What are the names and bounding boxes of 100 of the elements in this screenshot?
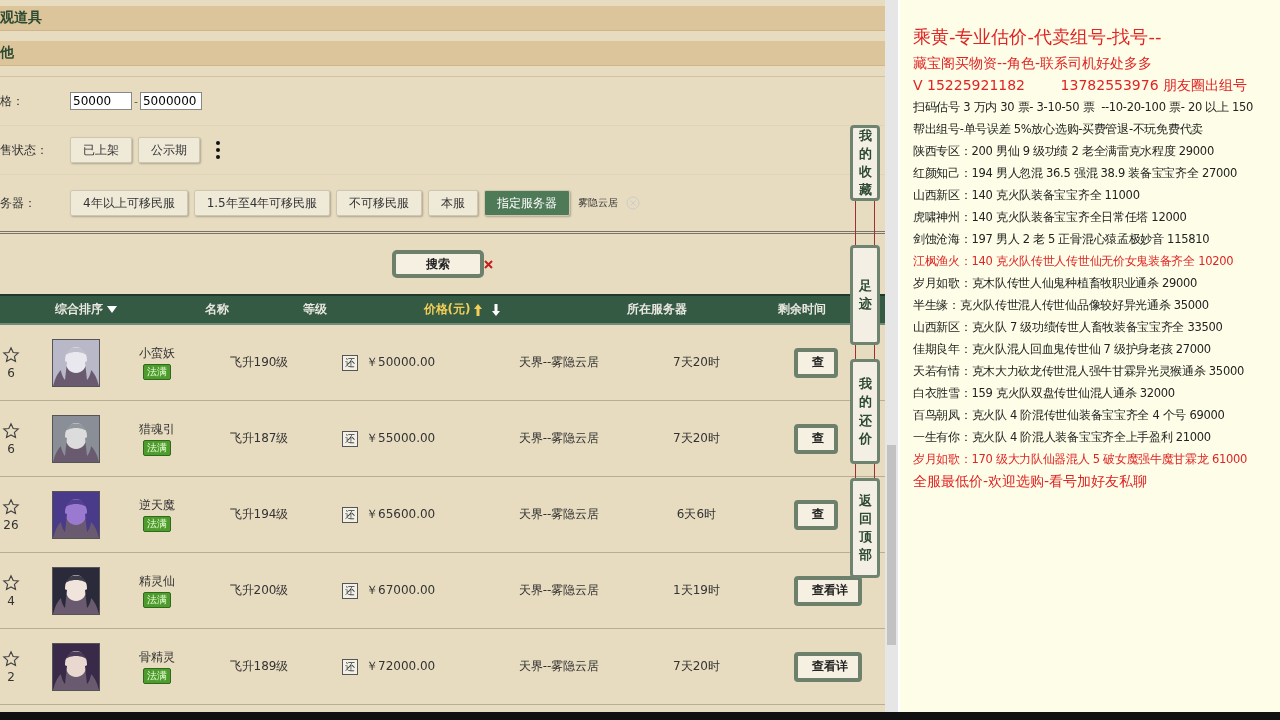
note-line: 岁月如歌：170 级大力队仙器混人 5 破女魔强牛魔甘霖龙 61000 xyxy=(913,451,1248,468)
character-name: 骨精灵 xyxy=(139,649,175,666)
bargain-icon[interactable]: 还 xyxy=(342,506,358,523)
column-header[interactable]: 价格(元) xyxy=(423,301,471,318)
note-line: 天若有情：克木大力砍龙传世混人强牛甘霖异光灵猴通杀 35000 xyxy=(913,363,1245,380)
details-button[interactable]: 查 xyxy=(794,347,838,378)
class-tag: 法满 xyxy=(143,516,171,532)
server-text: 天界--雾隐云居 xyxy=(518,430,600,447)
column-header[interactable]: 剩余时间 xyxy=(778,301,826,318)
side-tab[interactable]: 足迹 xyxy=(850,245,880,345)
column-header[interactable]: 所在服务器 xyxy=(627,301,687,318)
section-header[interactable]: 他 xyxy=(0,41,885,66)
note-line: 山西新区：140 克火队装备宝宝齐全 11000 xyxy=(913,187,1141,204)
cross-mark-icon xyxy=(484,259,493,269)
scrollbar-thumb[interactable] xyxy=(887,445,896,645)
note-line: 藏宝阁买物资--角色-联系司机好处多多 xyxy=(913,54,1154,73)
price-text: ￥72000.00 xyxy=(366,658,436,675)
filter-label: 务器： xyxy=(0,194,37,212)
sort-down-icon[interactable] xyxy=(492,303,501,316)
dropdown-icon[interactable] xyxy=(107,306,117,313)
level-text: 飞升194级 xyxy=(229,506,289,523)
server-text: 天界--雾隐云居 xyxy=(518,658,600,675)
favorite-count: 4 xyxy=(7,593,15,608)
note-line: 岁月如歌：克木队传世人仙鬼种植畜牧职业通杀 29000 xyxy=(913,275,1199,292)
level-text: 飞升189级 xyxy=(229,658,289,675)
note-line: V 15225921182 13782553976 朋友圈出组号 xyxy=(913,76,1249,95)
column-header[interactable]: 名称 xyxy=(205,301,229,318)
level-text: 飞升187级 xyxy=(229,430,289,447)
details-button[interactable]: 查 xyxy=(794,499,838,530)
class-tag: 法满 xyxy=(143,592,171,608)
star-icon[interactable] xyxy=(2,573,20,592)
server-text: 天界--雾隐云居 xyxy=(518,354,600,371)
note-line: 全服最低价-欢迎选购-看号加好友私聊 xyxy=(913,472,1149,491)
side-tab[interactable]: 我的收藏 xyxy=(850,125,880,201)
details-button[interactable]: 查看详 xyxy=(794,575,862,606)
favorite-count: 6 xyxy=(7,365,15,380)
price-text: ￥65600.00 xyxy=(366,506,436,523)
column-header[interactable]: 综合排序 xyxy=(55,301,103,318)
star-icon[interactable] xyxy=(2,649,20,668)
note-line: 一生有你：克火队 4 阶混人装备宝宝齐全上手盈利 21000 xyxy=(913,429,1212,446)
filter-option[interactable]: 1.5年至4年可移民服 xyxy=(193,190,331,216)
note-line: 剑蚀沧海：197 男人 2 老 5 正骨混心猿孟极妙音 115810 xyxy=(913,231,1211,248)
favorite-count: 6 xyxy=(7,441,15,456)
note-line: 红颜知己：194 男人忽混 36.5 强混 38.9 装备宝宝齐全 27000 xyxy=(913,165,1238,182)
section-header[interactable]: 观道具 xyxy=(0,6,885,31)
character-name: 小蛮妖 xyxy=(139,345,175,362)
time-left: 6天6时 xyxy=(676,506,717,523)
note-line: 半生缘：克火队传世混人传世仙品像较好异光通杀 35000 xyxy=(913,297,1210,314)
note-line: 陕西专区：200 男仙 9 级功绩 2 老全满雷克水程度 29000 xyxy=(913,143,1215,160)
price-text: ￥50000.00 xyxy=(366,354,436,371)
star-icon[interactable] xyxy=(2,421,20,440)
note-line: 扫码估号 3 万内 30 票- 3-10-50 票 --10-20-100 票- 20 以上 150 xyxy=(913,99,1255,116)
favorite-count: 26 xyxy=(3,517,19,532)
filter-option[interactable]: 4年以上可移民服 xyxy=(70,190,188,216)
price-text: ￥55000.00 xyxy=(366,430,436,447)
side-tab[interactable]: 返回顶部 xyxy=(850,478,880,578)
character-name: 精灵仙 xyxy=(139,573,175,590)
filter-option[interactable]: 公示期 xyxy=(138,137,200,163)
time-left: 7天20时 xyxy=(673,658,720,675)
sort-up-icon[interactable] xyxy=(474,303,483,316)
details-button[interactable]: 查看详 xyxy=(794,651,862,682)
more-icon[interactable] xyxy=(216,141,220,159)
range-separator: - xyxy=(134,94,138,108)
note-line: 虎啸神州：140 克火队装备宝宝齐全日常任塔 12000 xyxy=(913,209,1188,226)
note-line: 百鸟朝凤：克火队 4 阶混传世仙装备宝宝齐全 4 个号 69000 xyxy=(913,407,1226,424)
filter-option[interactable]: 本服 xyxy=(428,190,479,216)
note-line: 白衣胜雪：159 克火队双盘传世仙混人通杀 32000 xyxy=(913,385,1176,402)
price-max-field[interactable]: 5000000 xyxy=(140,92,202,110)
server-text: 天界--雾隐云居 xyxy=(518,582,600,599)
class-tag: 法满 xyxy=(143,364,171,380)
class-tag: 法满 xyxy=(143,440,171,456)
filter-option[interactable]: 指定服务器 xyxy=(484,190,571,216)
price-text: ￥67000.00 xyxy=(366,582,436,599)
note-line: 帮出组号-单号误差 5%放心选购-买费管退-不玩免费代卖 xyxy=(913,121,1204,138)
note-line: 山西新区：克火队 7 级功绩传世人畜牧装备宝宝齐全 33500 xyxy=(913,319,1224,336)
bargain-icon[interactable]: 还 xyxy=(342,582,358,599)
star-icon[interactable] xyxy=(2,497,20,516)
bargain-icon[interactable]: 还 xyxy=(342,430,358,447)
filter-label: 格： xyxy=(0,92,25,110)
price-min-field[interactable]: 50000 xyxy=(70,92,132,110)
level-text: 飞升190级 xyxy=(229,354,289,371)
filter-option[interactable]: 不可移民服 xyxy=(336,190,423,216)
character-name: 猎魂引 xyxy=(139,421,175,438)
class-tag: 法满 xyxy=(143,668,171,684)
search-button[interactable]: 搜索 xyxy=(392,250,484,278)
note-line: 乘黄-专业估价-代卖组号-找号-- xyxy=(913,25,1163,49)
favorite-count: 2 xyxy=(7,669,15,684)
filter-option[interactable]: 已上架 xyxy=(70,137,132,163)
time-left: 7天20时 xyxy=(673,354,720,371)
details-button[interactable]: 查 xyxy=(794,423,838,454)
time-left: 1天19时 xyxy=(673,582,720,599)
chosen-server: 雾隐云居 xyxy=(578,196,619,210)
column-header[interactable]: 等级 xyxy=(302,301,327,318)
character-name: 逆天魔 xyxy=(139,497,175,514)
bargain-icon[interactable]: 还 xyxy=(342,658,358,675)
side-tab[interactable]: 我的还价 xyxy=(850,359,880,464)
filter-label: 售状态： xyxy=(0,141,49,159)
star-icon[interactable] xyxy=(2,345,20,364)
bargain-icon[interactable]: 还 xyxy=(342,354,358,371)
server-text: 天界--雾隐云居 xyxy=(518,506,600,523)
